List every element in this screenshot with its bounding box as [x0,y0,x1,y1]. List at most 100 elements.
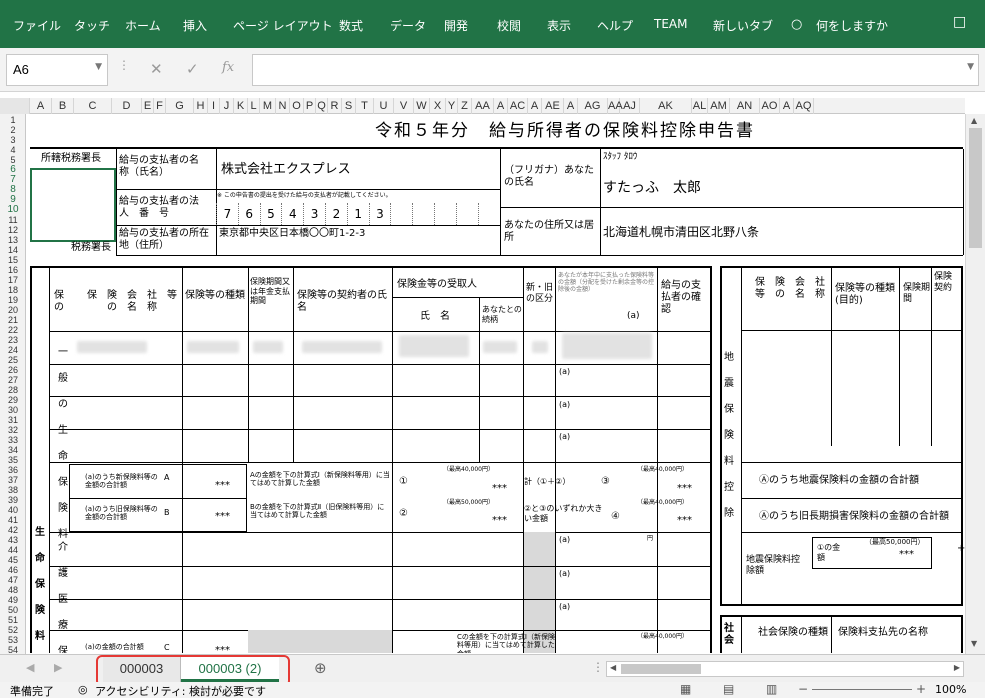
h-scroll-thumb[interactable] [621,664,701,674]
formula-input[interactable]: ▼ [252,54,979,86]
menu-file[interactable]: ファイル [13,17,61,34]
row-header[interactable]: 44 [0,546,25,555]
column-header[interactable]: AL [692,98,708,114]
menu-formulas[interactable]: 数式 [339,17,363,34]
column-header[interactable]: W [414,98,430,114]
column-header[interactable]: Q [316,98,328,114]
row-header[interactable]: 13 [0,236,25,245]
row-header[interactable]: 53 [0,636,25,645]
column-header[interactable]: AA [608,98,623,114]
row-header[interactable]: 36 [0,466,25,475]
column-header[interactable]: Z [458,98,472,114]
row-header[interactable]: 2 [0,126,25,135]
column-header[interactable]: F [154,98,166,114]
row-header[interactable]: 8 [0,185,25,195]
column-header[interactable]: AG [578,98,608,114]
column-header[interactable]: C [74,98,112,114]
menu-help[interactable]: ヘルプ [597,17,633,34]
normal-view-icon[interactable]: ▦ [680,682,691,696]
column-header[interactable]: AQ [794,98,814,114]
column-header[interactable]: AN [730,98,760,114]
row-header[interactable]: 31 [0,416,25,425]
tell-me-search[interactable]: 何をしますか [816,17,888,34]
row-header[interactable]: 15 [0,256,25,265]
select-all[interactable] [0,98,30,114]
menu-team[interactable]: TEAM [654,17,687,31]
row-header[interactable]: 39 [0,496,25,505]
menu-home[interactable]: ホーム [125,17,161,34]
row-header[interactable]: 40 [0,506,25,515]
column-header[interactable]: S [342,98,356,114]
column-header[interactable]: AA [472,98,494,114]
column-header[interactable]: G [166,98,194,114]
horizontal-scrollbar[interactable]: ◀ ▶ [606,661,964,677]
row-header[interactable]: 6 [0,165,25,175]
menu-page-layout[interactable]: ページ レイアウト [233,17,333,34]
row-header[interactable]: 54 [0,646,25,655]
row-header[interactable]: 52 [0,626,25,635]
zoom-out-icon[interactable]: − [798,682,808,696]
comment-icon[interactable]: □ [953,14,966,30]
enter-icon[interactable]: ✓ [186,60,199,78]
cancel-icon[interactable]: ✕ [150,60,163,78]
column-header[interactable]: V [394,98,414,114]
scroll-left-icon[interactable]: ◀ [610,663,616,672]
status-accessibility[interactable]: アクセシビリティ: 検討が必要です [95,683,266,698]
row-header[interactable]: 28 [0,386,25,395]
column-header[interactable]: AK [640,98,692,114]
column-header[interactable]: K [234,98,248,114]
row-header[interactable]: 3 [0,136,25,145]
menu-review[interactable]: 校閲 [497,17,521,34]
row-header[interactable]: 5 [0,156,25,165]
column-header[interactable]: J [220,98,234,114]
add-sheet-icon[interactable]: ⊕ [314,659,327,677]
column-header[interactable]: AJ [620,98,640,114]
row-header[interactable]: 29 [0,396,25,405]
menu-insert[interactable]: 挿入 [183,17,207,34]
row-header[interactable]: 45 [0,556,25,565]
row-header[interactable]: 24 [0,346,25,355]
row-header[interactable]: 35 [0,456,25,465]
row-header[interactable]: 23 [0,336,25,345]
row-header[interactable]: 30 [0,406,25,415]
column-header[interactable]: X [430,98,446,114]
accessibility-icon[interactable]: ◎ [78,683,88,696]
row-header[interactable]: 20 [0,306,25,315]
row-header[interactable]: 9 [0,195,25,205]
row-header[interactable]: 7 [0,175,25,185]
row-header[interactable]: 33 [0,436,25,445]
menu-new-tab[interactable]: 新しいタブ [713,17,773,34]
row-header[interactable]: 17 [0,276,25,285]
prev-sheet-icon[interactable]: ◀ [26,661,34,674]
column-header[interactable]: B [52,98,74,114]
row-header[interactable]: 47 [0,576,25,585]
column-header[interactable]: U [374,98,394,114]
row-header[interactable]: 50 [0,606,25,615]
row-header[interactable]: 42 [0,526,25,535]
menu-developer[interactable]: 開発 [444,17,468,34]
vertical-scrollbar[interactable]: ▲ ▼ [965,114,985,654]
row-header[interactable]: 48 [0,586,25,595]
column-header[interactable]: AM [708,98,730,114]
column-header[interactable]: R [328,98,342,114]
row-header[interactable]: 32 [0,426,25,435]
row-header[interactable]: 25 [0,356,25,365]
row-header[interactable]: 46 [0,566,25,575]
row-header[interactable]: 22 [0,326,25,335]
menu-touch[interactable]: タッチ [74,17,110,34]
scroll-down-icon[interactable]: ▼ [971,639,977,648]
name-box[interactable]: A6 ▼ [6,54,108,86]
column-header[interactable]: M [260,98,276,114]
row-header[interactable]: 16 [0,266,25,275]
row-header[interactable]: 10 [0,205,25,215]
selected-cell[interactable] [30,168,116,242]
zoom-slider[interactable] [812,689,912,690]
function-icon[interactable]: fx [222,60,234,75]
column-header[interactable]: AO [760,98,780,114]
column-header[interactable]: A [494,98,508,114]
row-header[interactable]: 18 [0,286,25,295]
row-header[interactable]: 21 [0,316,25,325]
expand-icon[interactable]: ▼ [967,62,974,72]
scroll-up-icon[interactable]: ▲ [971,116,977,125]
column-header[interactable]: N [276,98,290,114]
